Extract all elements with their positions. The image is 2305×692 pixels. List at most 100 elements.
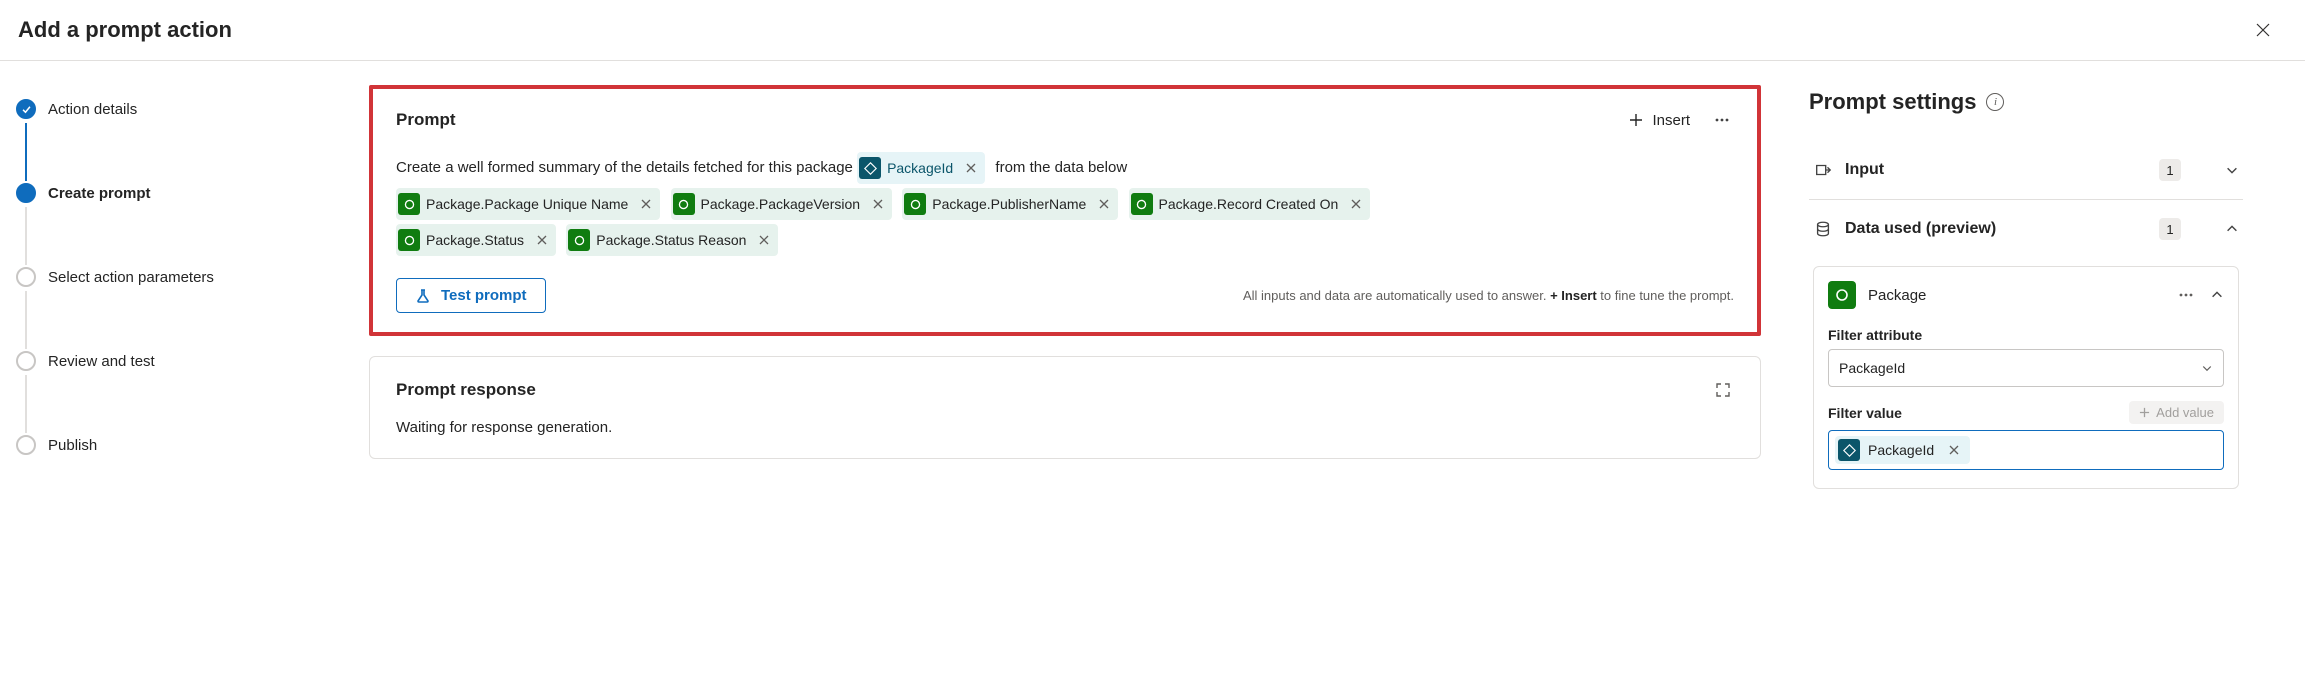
token-label: Package.Package Unique Name <box>426 190 628 218</box>
token-label: Package.PackageVersion <box>701 190 861 218</box>
step-connector <box>25 207 27 265</box>
input-icon <box>1813 160 1833 180</box>
entity-icon <box>398 193 420 215</box>
prompt-editor[interactable]: Create a well formed summary of the deta… <box>396 150 1734 258</box>
token-package-version[interactable]: Package.PackageVersion <box>671 188 893 220</box>
plus-icon <box>2139 407 2150 418</box>
expand-button[interactable] <box>1712 379 1734 401</box>
check-icon <box>21 104 32 115</box>
token-remove-button[interactable] <box>534 232 550 248</box>
step-dot-pending <box>16 351 36 371</box>
step-label: Publish <box>48 437 97 454</box>
package-more-button[interactable] <box>2174 283 2198 307</box>
chip-remove-button[interactable] <box>1946 442 1962 458</box>
more-horizontal-icon <box>1714 112 1730 128</box>
filter-value-chip[interactable]: PackageId <box>1835 436 1970 464</box>
close-button[interactable] <box>2247 14 2279 46</box>
token-remove-button[interactable] <box>1096 196 1112 212</box>
response-card-title: Prompt response <box>396 380 536 400</box>
add-value-label: Add value <box>2156 405 2214 420</box>
token-remove-button[interactable] <box>1348 196 1364 212</box>
count-badge: 1 <box>2159 218 2181 240</box>
close-icon <box>2255 22 2271 38</box>
step-label: Review and test <box>48 353 155 370</box>
data-card-package: Package Filter attribute PackageId <box>1813 266 2239 489</box>
plus-icon <box>1628 112 1644 128</box>
chevron-up-icon <box>2210 288 2224 302</box>
entity-icon <box>1131 193 1153 215</box>
prompt-hint: All inputs and data are automatically us… <box>1243 288 1734 303</box>
chip-label: PackageId <box>1868 442 1934 458</box>
settings-title: Prompt settings <box>1809 89 1976 115</box>
token-remove-button[interactable] <box>963 160 979 176</box>
step-dot-active <box>16 183 36 203</box>
page-title: Add a prompt action <box>18 17 232 43</box>
step-connector <box>25 375 27 433</box>
select-value: PackageId <box>1839 360 1905 376</box>
token-packageid-inline[interactable]: PackageId <box>857 152 985 184</box>
prompt-text: from the data below <box>995 159 1127 176</box>
step-connector <box>25 123 27 181</box>
filter-value-label: Filter value <box>1828 405 1902 421</box>
accordion-header-data-used[interactable]: Data used (preview) 1 <box>1809 200 2243 258</box>
step-create-prompt[interactable]: Create prompt <box>16 177 325 209</box>
accordion-input: Input 1 <box>1809 141 2243 200</box>
test-prompt-label: Test prompt <box>441 287 527 304</box>
accordion-data-used: Data used (preview) 1 Package <box>1809 200 2243 509</box>
token-label: Package.Record Created On <box>1159 190 1339 218</box>
step-select-action-parameters[interactable]: Select action parameters <box>16 261 325 293</box>
step-dot-pending <box>16 267 36 287</box>
entity-icon <box>673 193 695 215</box>
step-dot-completed <box>16 99 36 119</box>
package-name: Package <box>1868 287 2162 304</box>
entity-icon <box>398 229 420 251</box>
dataverse-icon <box>1838 439 1860 461</box>
step-label: Create prompt <box>48 185 151 202</box>
filter-value-input[interactable]: PackageId <box>1828 430 2224 470</box>
chevron-down-icon <box>2201 362 2213 374</box>
wizard-stepper: Action details Create prompt Select acti… <box>0 61 345 692</box>
chevron-down-icon <box>2225 163 2239 177</box>
step-action-details[interactable]: Action details <box>16 93 325 125</box>
prompt-card-title: Prompt <box>396 110 456 130</box>
token-status[interactable]: Package.Status <box>396 224 556 256</box>
accordion-title: Data used (preview) <box>1845 220 2147 238</box>
dataverse-icon <box>859 157 881 179</box>
token-label: Package.Status <box>426 226 524 254</box>
prompt-text: Create a well formed summary of the deta… <box>396 159 853 176</box>
filter-attribute-select[interactable]: PackageId <box>1828 349 2224 387</box>
token-publisher-name[interactable]: Package.PublisherName <box>902 188 1118 220</box>
token-package-unique-name[interactable]: Package.Package Unique Name <box>396 188 660 220</box>
entity-icon <box>904 193 926 215</box>
step-dot-pending <box>16 435 36 455</box>
package-icon <box>1828 281 1856 309</box>
accordion-header-input[interactable]: Input 1 <box>1809 141 2243 199</box>
info-icon[interactable]: i <box>1986 93 2004 111</box>
filter-attribute-label: Filter attribute <box>1828 327 2224 343</box>
insert-label: Insert <box>1652 112 1690 129</box>
prompt-card: Prompt Insert Create a well formed summa… <box>369 85 1761 336</box>
step-review-and-test[interactable]: Review and test <box>16 345 325 377</box>
token-remove-button[interactable] <box>756 232 772 248</box>
database-icon <box>1813 219 1833 239</box>
token-label: Package.Status Reason <box>596 226 746 254</box>
test-prompt-button[interactable]: Test prompt <box>396 278 546 313</box>
entity-icon <box>568 229 590 251</box>
add-value-button: Add value <box>2129 401 2224 424</box>
response-body: Waiting for response generation. <box>396 419 1734 436</box>
step-publish[interactable]: Publish <box>16 429 325 461</box>
token-record-created-on[interactable]: Package.Record Created On <box>1129 188 1371 220</box>
maximize-icon <box>1715 382 1731 398</box>
token-status-reason[interactable]: Package.Status Reason <box>566 224 778 256</box>
token-remove-button[interactable] <box>638 196 654 212</box>
prompt-more-button[interactable] <box>1710 108 1734 132</box>
count-badge: 1 <box>2159 159 2181 181</box>
token-remove-button[interactable] <box>870 196 886 212</box>
step-label: Select action parameters <box>48 269 214 286</box>
settings-panel: Prompt settings i Input 1 <box>1785 61 2263 692</box>
token-label: PackageId <box>887 154 953 182</box>
step-connector <box>25 291 27 349</box>
token-label: Package.PublisherName <box>932 190 1086 218</box>
more-horizontal-icon <box>2178 287 2194 303</box>
insert-button[interactable]: Insert <box>1628 112 1690 129</box>
